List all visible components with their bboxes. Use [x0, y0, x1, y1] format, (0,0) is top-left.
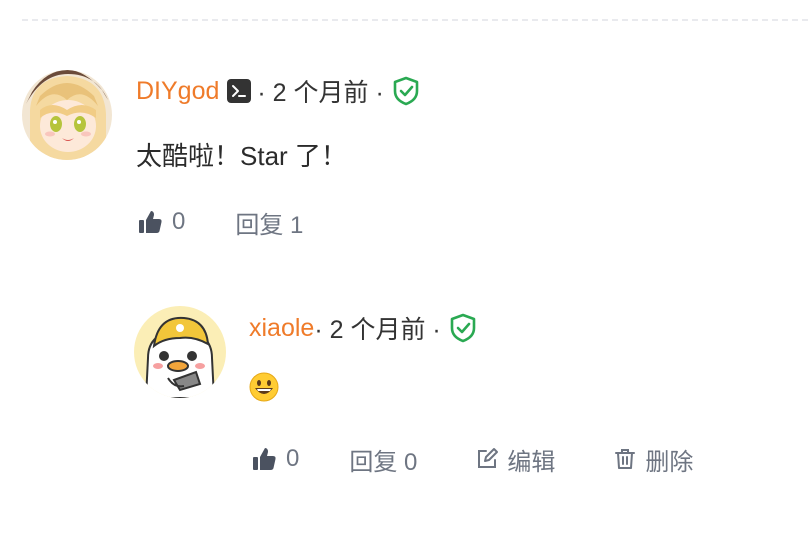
reply-like-button[interactable]: 0	[250, 445, 299, 473]
reply-header: xiaole · 2 个月前 ·	[249, 311, 477, 345]
grinning-emoji-icon	[249, 372, 279, 407]
reply-author-name[interactable]: xiaole	[249, 314, 314, 343]
thumbs-up-icon	[253, 448, 276, 470]
reply-meta: · 2 个月前 ·	[314, 316, 441, 344]
like-button[interactable]: 0	[136, 208, 185, 236]
trash-icon	[615, 449, 636, 469]
comment-text: 太酷啦！Star 了！	[136, 141, 347, 171]
like-count: 0	[172, 208, 186, 235]
avatar-diygod[interactable]	[22, 70, 112, 160]
comment-header: DIYgod · 2 个月前 ·	[136, 74, 420, 108]
edit-button[interactable]: 编辑	[475, 442, 555, 477]
terminal-icon	[227, 79, 252, 103]
verified-shield-icon	[392, 76, 420, 106]
reply-label: 回复 1	[235, 211, 304, 239]
thumbs-up-icon	[139, 211, 162, 233]
delete-button[interactable]: 删除	[613, 442, 693, 477]
reply-reply-button[interactable]: 回复 0	[349, 442, 417, 477]
comment-actions: 0 回复 1	[136, 205, 303, 240]
verified-shield-icon	[449, 313, 477, 343]
reply-reply-label: 回复 0	[349, 448, 418, 476]
author-name[interactable]: DIYgod	[136, 77, 219, 106]
divider	[22, 19, 808, 21]
reply-actions: 0 回复 0 编辑 删除	[250, 442, 693, 477]
comment-thread: DIYgod · 2 个月前 · 太酷啦！Star 了！ 0 回复 1 xiao…	[0, 0, 808, 542]
reply-like-count: 0	[286, 445, 300, 472]
edit-icon	[478, 448, 499, 468]
avatar-xiaole[interactable]	[134, 306, 226, 398]
delete-label: 删除	[645, 448, 694, 476]
comment-meta: · 2 个月前 ·	[257, 79, 384, 107]
edit-label: 编辑	[507, 448, 556, 476]
reply-button[interactable]: 回复 1	[235, 205, 303, 240]
